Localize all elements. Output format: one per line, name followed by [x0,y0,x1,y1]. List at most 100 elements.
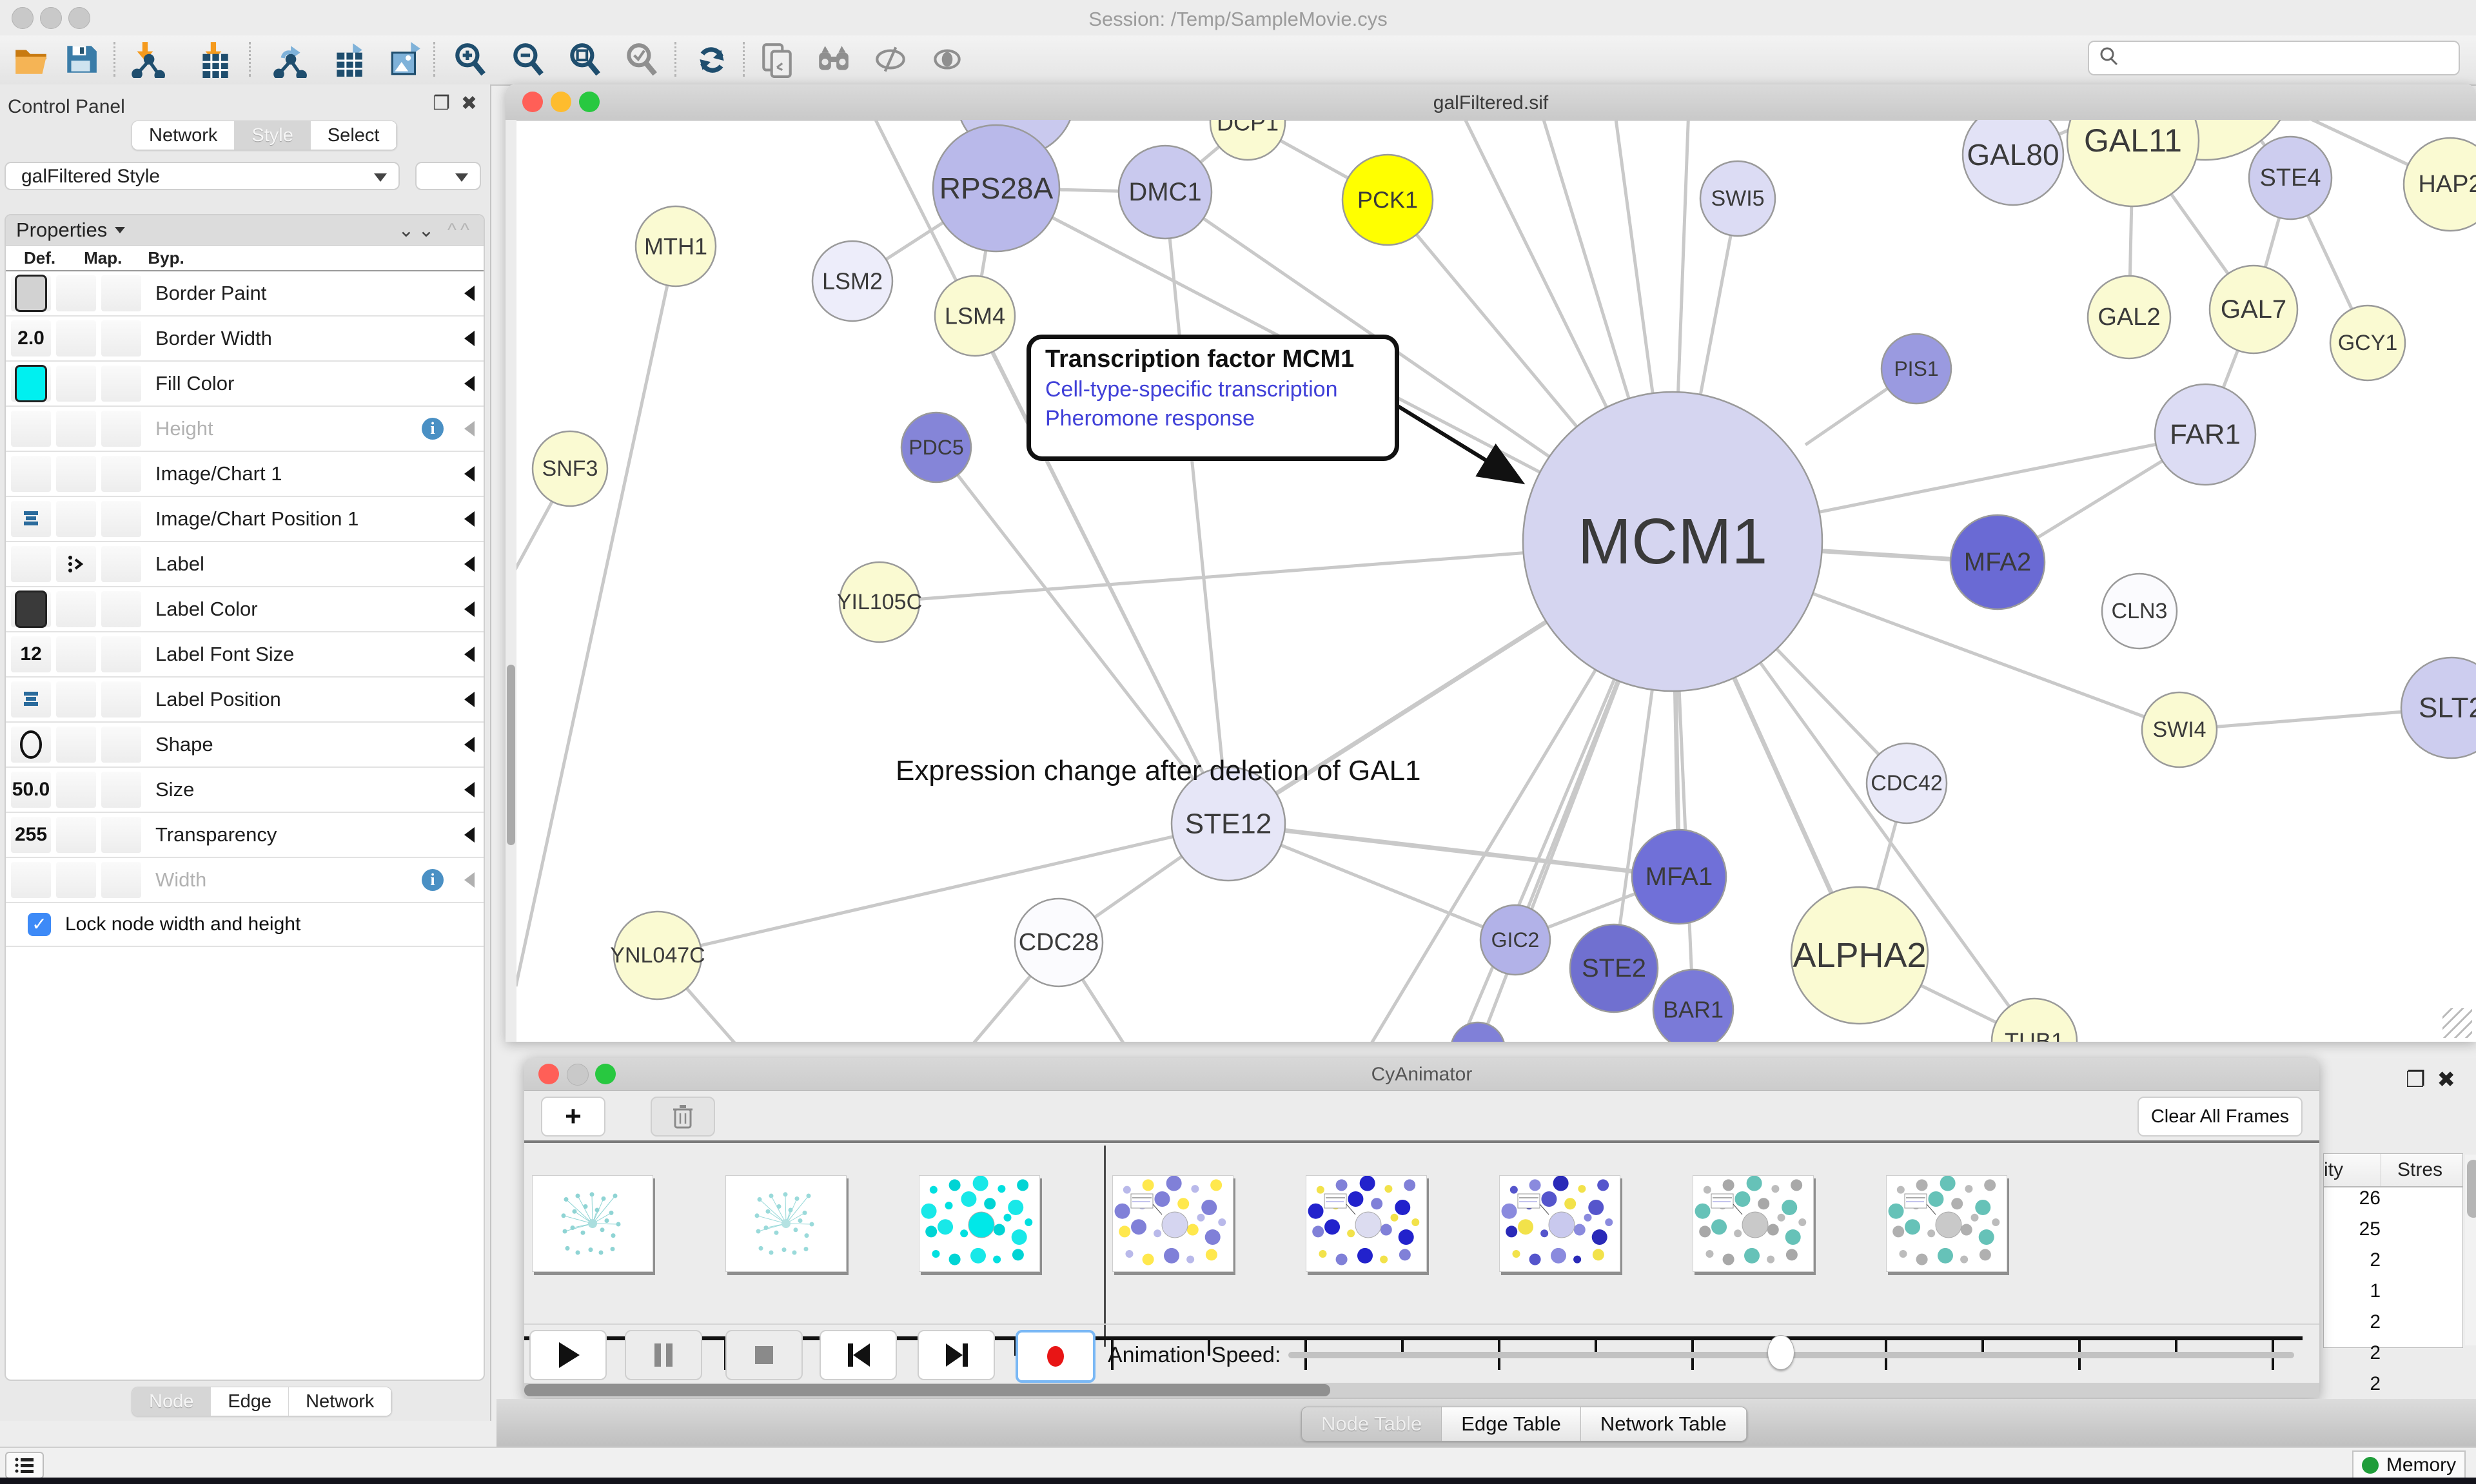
zoom-out-icon[interactable] [509,41,547,78]
default-value[interactable]: 12 [20,643,41,665]
node-STE2[interactable]: STE2 [1570,924,1658,1012]
scrollbar-thumb[interactable] [524,1384,1330,1396]
default-cell[interactable]: 50.0 [11,772,51,808]
node-TUB1[interactable]: TUB1 [1992,999,2077,1042]
table-row[interactable]: 2 [2324,1311,2462,1342]
expand-row-icon[interactable] [464,556,475,572]
bypass-cell[interactable] [101,501,141,537]
expand-row-icon[interactable] [464,737,475,752]
default-cell[interactable] [11,275,51,311]
node-SLT2[interactable]: SLT2 [2401,658,2476,758]
node-PDC5[interactable]: PDC5 [901,413,971,482]
property-row-width[interactable]: Widthi [6,858,484,903]
property-row-size[interactable]: 50.0Size [6,768,484,813]
play-button[interactable] [529,1330,607,1380]
default-cell[interactable] [11,501,51,537]
tab-network[interactable]: Network [132,121,235,150]
property-row-border-width[interactable]: 2.0Border Width [6,317,484,362]
playhead[interactable] [1104,1146,1106,1347]
mapping-cell[interactable] [56,591,96,627]
edge-STE12-YNL047C[interactable] [658,824,1228,955]
expand-row-icon[interactable] [464,601,475,617]
checkbox-checked-icon[interactable]: ✓ [28,913,51,936]
mapping-cell[interactable] [56,546,96,582]
expand-row-icon[interactable] [464,647,475,662]
expand-row-icon[interactable] [464,692,475,707]
frames-timeline[interactable]: 0123456789 Seconds [524,1143,2319,1336]
save-icon[interactable] [62,41,99,78]
clipboard-icon[interactable] [758,41,796,78]
node-MTH1[interactable]: MTH1 [636,206,716,286]
table-row[interactable]: 26 [2324,1187,2462,1218]
search-input[interactable] [2120,47,2445,69]
node-LSM4[interactable]: LSM4 [935,276,1015,356]
expand-row-icon[interactable] [464,421,475,436]
frame-thumbnail-2[interactable] [919,1175,1040,1272]
frame-thumbnail-3[interactable] [1112,1175,1233,1272]
default-value[interactable]: 2.0 [17,327,44,349]
expand-all-icon[interactable]: ⌄⌄ [398,220,438,241]
position-icon[interactable] [21,690,41,708]
expand-row-icon[interactable] [464,331,475,346]
node-pp[interactable] [1451,1022,1505,1042]
zoom-fit-icon[interactable] [566,41,604,78]
default-cell[interactable] [11,727,51,763]
hide-icon[interactable] [872,41,909,78]
memory-button[interactable]: Memory [2352,1450,2466,1480]
node-SWI4[interactable]: SWI4 [2142,692,2217,767]
default-cell[interactable] [11,546,51,582]
property-row-height[interactable]: Heighti [6,407,484,452]
zoom-selected-icon[interactable] [623,41,660,78]
mapping-cell[interactable] [56,366,96,402]
skip-start-button[interactable] [820,1330,897,1380]
bypass-cell[interactable] [101,817,141,853]
pause-button[interactable] [625,1330,702,1380]
bypass-cell[interactable] [101,275,141,311]
default-cell[interactable] [11,411,51,447]
tab-network-table[interactable]: Network Table [1581,1407,1747,1441]
default-cell[interactable] [11,681,51,718]
node-CLN3[interactable]: CLN3 [2102,574,2177,649]
property-row-label[interactable]: Label [6,542,484,587]
node-RPS28A[interactable]: RPS28A [933,125,1059,251]
scrollbar-thumb[interactable] [2467,1160,2476,1218]
node-BAR1[interactable]: BAR1 [1653,970,1733,1042]
search-box[interactable] [2088,41,2460,75]
default-value[interactable]: 50.0 [12,779,50,801]
bypass-cell[interactable] [101,772,141,808]
bypass-cell[interactable] [101,591,141,627]
style-select[interactable]: galFiltered Style [5,162,400,190]
expand-row-icon[interactable] [464,827,475,843]
panel-list-button[interactable] [5,1452,44,1479]
cyanimator-titlebar[interactable]: CyAnimator [524,1058,2319,1091]
properties-header[interactable]: Properties ⌄⌄ ^^ [6,215,484,246]
bypass-cell[interactable] [101,411,141,447]
default-cell[interactable] [11,456,51,492]
bypass-cell[interactable] [101,636,141,672]
node-GAL80[interactable]: GAL80 [1963,120,2063,205]
property-row-fill-color[interactable]: Fill Color [6,362,484,407]
default-cell[interactable] [11,862,51,898]
scrollbar-thumb[interactable] [507,665,515,845]
default-cell[interactable]: 12 [11,636,51,672]
default-cell[interactable]: 2.0 [11,320,51,356]
mapping-cell[interactable] [56,862,96,898]
find-icon[interactable] [815,41,852,78]
tab-edge-table[interactable]: Edge Table [1442,1407,1581,1441]
skip-end-button[interactable] [918,1330,995,1380]
clear-all-frames-button[interactable]: Clear All Frames [2137,1097,2303,1137]
expand-row-icon[interactable] [464,511,475,527]
tab-node-table[interactable]: Node Table [1302,1407,1442,1441]
mapping-cell[interactable] [56,320,96,356]
node-CDC42[interactable]: CDC42 [1867,743,1947,823]
node-table[interactable]: ityStres 26252122222 [2323,1153,2463,1348]
info-icon[interactable]: i [422,869,444,891]
close-panel-icon[interactable]: ✖ [2437,1068,2468,1092]
node-GAL7[interactable]: GAL7 [2210,266,2297,353]
expand-row-icon[interactable] [464,286,475,301]
mapping-cell[interactable] [56,501,96,537]
default-color-swatch[interactable] [15,365,47,402]
edge-MTH1-a6[interactable] [516,246,676,986]
node-MCM1[interactable]: MCM1 [1523,392,1822,691]
discrete-mapping-icon[interactable] [66,554,86,574]
